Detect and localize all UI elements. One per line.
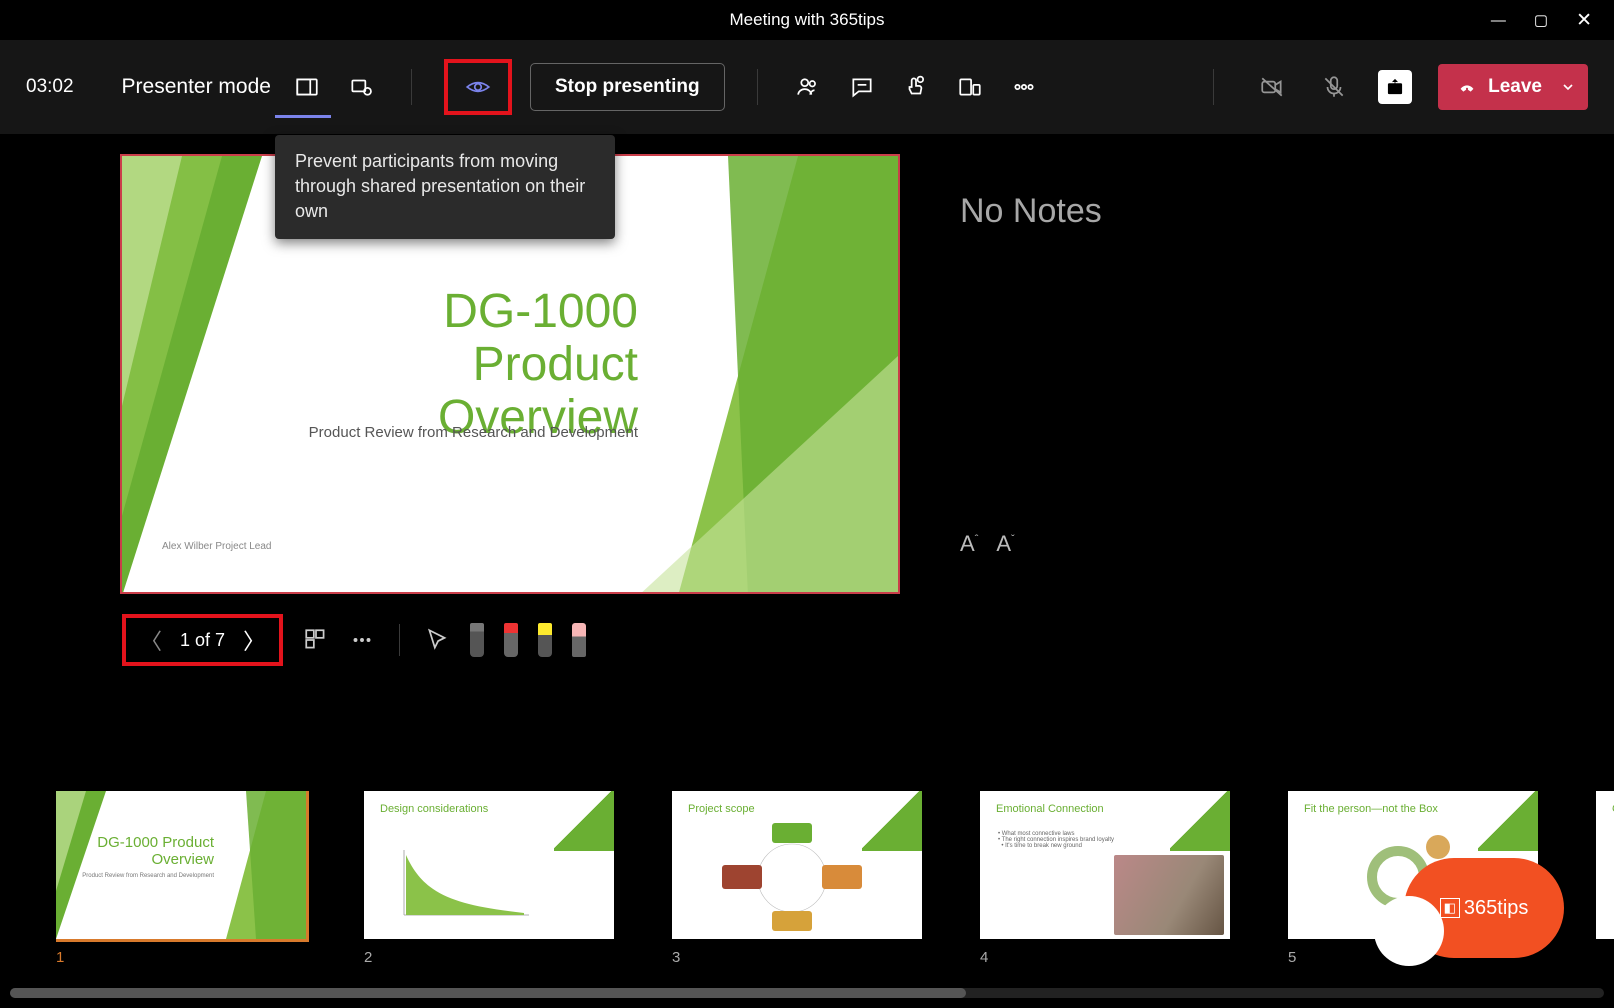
minimize-button[interactable]: — xyxy=(1491,12,1506,29)
thumbnail-3[interactable]: Project scope 3 xyxy=(672,791,922,966)
horizontal-scrollbar[interactable] xyxy=(10,988,1604,998)
thumb-title: Fit the person—not the Box xyxy=(1304,803,1438,815)
logo-watermark: ◧ 365tips xyxy=(1404,858,1564,958)
tooltip: Prevent participants from moving through… xyxy=(275,135,615,239)
private-view-highlight xyxy=(444,59,512,115)
meeting-timer: 03:02 xyxy=(26,76,74,98)
titlebar: Meeting with 365tips — ▢ ✕ xyxy=(0,0,1614,40)
slide-panel: DG-1000 Product Overview Product Review … xyxy=(0,154,900,794)
slide-counter: 1 of 7 xyxy=(180,630,225,651)
presenter-mode-underline xyxy=(275,115,331,118)
logo-text: 365tips xyxy=(1464,897,1529,920)
popout-icon[interactable] xyxy=(343,69,379,105)
font-increase-button[interactable]: Aˆ xyxy=(960,531,978,557)
thumbnail-1[interactable]: DG-1000 Product Overview Product Review … xyxy=(56,791,306,966)
chat-icon[interactable] xyxy=(844,69,880,105)
leave-dropdown[interactable] xyxy=(1548,64,1588,110)
highlighter-yellow[interactable] xyxy=(538,623,552,657)
thumb-title: Design considerations xyxy=(380,803,488,815)
more-tools-icon[interactable] xyxy=(349,627,375,653)
leave-label: Leave xyxy=(1488,76,1542,98)
prev-slide-button[interactable]: 〈 xyxy=(140,624,162,656)
thumbnail-6[interactable]: Current tre xyxy=(1596,791,1614,966)
slide-nav-highlight: 〈 1 of 7 〉 xyxy=(122,614,283,666)
separator xyxy=(399,624,400,656)
people-icon[interactable] xyxy=(790,69,826,105)
stop-presenting-button[interactable]: Stop presenting xyxy=(530,63,725,111)
grid-view-icon[interactable] xyxy=(303,627,329,653)
separator xyxy=(1213,69,1214,105)
thumb-number: 2 xyxy=(364,949,614,966)
camera-off-icon[interactable] xyxy=(1254,69,1290,105)
slide-title: DG-1000 Product Overview xyxy=(282,286,638,444)
slide-subtitle: Product Review from Research and Develop… xyxy=(282,424,638,441)
thumb-sub: Product Review from Research and Develop… xyxy=(82,873,214,879)
layout-icon[interactable] xyxy=(289,69,325,105)
thumb-number: 3 xyxy=(672,949,922,966)
scrollbar-thumb[interactable] xyxy=(10,988,966,998)
presentation-area: DG-1000 Product Overview Product Review … xyxy=(0,134,1614,814)
thumb-number: 1 xyxy=(56,949,306,966)
cursor-icon[interactable] xyxy=(424,627,450,653)
share-icon[interactable] xyxy=(1378,70,1412,104)
reactions-icon[interactable] xyxy=(898,69,934,105)
meeting-toolbar: 03:02 Presenter mode Stop presenting xyxy=(0,40,1614,134)
maximize-button[interactable]: ▢ xyxy=(1534,11,1548,29)
next-slide-button[interactable]: 〉 xyxy=(243,624,265,656)
notes-panel: No Notes Aˆ Aˇ xyxy=(900,154,1614,794)
thumbnail-4[interactable]: Emotional Connection • What most connect… xyxy=(980,791,1230,966)
more-icon[interactable] xyxy=(1006,69,1042,105)
slide-footer: Alex Wilber Project Lead xyxy=(162,541,272,552)
presenter-mode-label[interactable]: Presenter mode xyxy=(122,75,271,99)
separator xyxy=(411,69,412,105)
close-button[interactable]: ✕ xyxy=(1576,9,1592,32)
pen-red[interactable] xyxy=(504,623,518,657)
leave-button[interactable]: Leave xyxy=(1438,64,1560,110)
thumb-title: Project scope xyxy=(688,803,755,815)
eraser[interactable] xyxy=(572,623,586,657)
separator xyxy=(757,69,758,105)
font-decrease-button[interactable]: Aˇ xyxy=(996,531,1014,557)
mic-off-icon[interactable] xyxy=(1316,69,1352,105)
thumbnail-2[interactable]: Design considerations 2 xyxy=(364,791,614,966)
prevent-navigation-icon[interactable] xyxy=(460,69,496,105)
no-notes-label: No Notes xyxy=(960,192,1614,231)
thumb-number: 4 xyxy=(980,949,1230,966)
thumb-title: Emotional Connection xyxy=(996,803,1104,815)
font-size-controls: Aˆ Aˇ xyxy=(960,531,1614,557)
window-title: Meeting with 365tips xyxy=(730,10,885,30)
pen-black[interactable] xyxy=(470,623,484,657)
slide-controls: 〈 1 of 7 〉 xyxy=(120,614,900,666)
window-controls: — ▢ ✕ xyxy=(1491,0,1614,40)
thumb-title: DG-1000 Product Overview xyxy=(56,835,214,868)
rooms-icon[interactable] xyxy=(952,69,988,105)
